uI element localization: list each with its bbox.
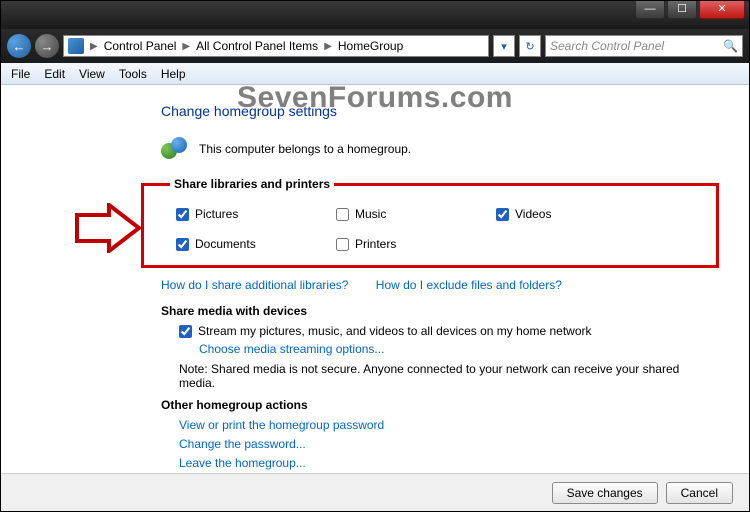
other-actions-heading: Other homegroup actions (161, 398, 709, 412)
callout-arrow-icon (73, 203, 143, 253)
maximize-button[interactable]: ☐ (667, 1, 697, 19)
breadcrumb[interactable]: ▶ Control Panel ▶ All Control Panel Item… (63, 35, 489, 57)
checkbox-documents-input[interactable] (176, 238, 189, 251)
breadcrumb-item[interactable]: Control Panel (104, 39, 177, 53)
chevron-right-icon: ▶ (86, 41, 102, 52)
media-note: Note: Shared media is not secure. Anyone… (179, 362, 709, 390)
cancel-button[interactable]: Cancel (666, 482, 733, 504)
menu-tools[interactable]: Tools (119, 67, 147, 81)
control-panel-icon (68, 38, 84, 54)
menu-edit[interactable]: Edit (44, 67, 65, 81)
link-change-password[interactable]: Change the password... (179, 437, 709, 451)
forward-button[interactable]: → (35, 34, 59, 58)
link-share-additional[interactable]: How do I share additional libraries? (161, 278, 348, 292)
page-title: Change homegroup settings (161, 103, 709, 119)
chevron-right-icon: ▶ (178, 41, 194, 52)
chevron-right-icon: ▶ (320, 41, 336, 52)
window-titlebar: — ☐ ✕ (1, 1, 749, 29)
belongs-text: This computer belongs to a homegroup. (199, 142, 411, 156)
minimize-button[interactable]: — (635, 1, 665, 19)
search-placeholder: Search Control Panel (550, 39, 664, 53)
checkbox-documents-label: Documents (195, 237, 256, 251)
checkbox-printers-label: Printers (355, 237, 396, 251)
checkbox-music[interactable]: Music (336, 207, 496, 221)
share-libraries-group: Share libraries and printers Pictures Mu… (141, 177, 719, 268)
checkbox-music-input[interactable] (336, 208, 349, 221)
breadcrumb-item[interactable]: All Control Panel Items (196, 39, 318, 53)
save-changes-button[interactable]: Save changes (552, 482, 658, 504)
checkbox-pictures-input[interactable] (176, 208, 189, 221)
checkbox-printers-input[interactable] (336, 238, 349, 251)
link-exclude-files[interactable]: How do I exclude files and folders? (376, 278, 562, 292)
link-leave-homegroup[interactable]: Leave the homegroup... (179, 456, 709, 470)
link-media-options[interactable]: Choose media streaming options... (199, 342, 384, 356)
checkbox-stream-label: Stream my pictures, music, and videos to… (198, 324, 592, 338)
share-libraries-legend: Share libraries and printers (170, 177, 334, 191)
checkbox-stream-input[interactable] (179, 325, 192, 338)
back-button[interactable]: ← (7, 34, 31, 58)
refresh-button[interactable]: ↻ (519, 35, 541, 57)
checkbox-pictures[interactable]: Pictures (176, 207, 336, 221)
close-button[interactable]: ✕ (699, 1, 745, 19)
share-media-heading: Share media with devices (161, 304, 709, 318)
checkbox-music-label: Music (355, 207, 386, 221)
homegroup-icon (161, 135, 189, 163)
checkbox-documents[interactable]: Documents (176, 237, 336, 251)
menu-help[interactable]: Help (161, 67, 186, 81)
checkbox-videos[interactable]: Videos (496, 207, 616, 221)
menu-view[interactable]: View (79, 67, 105, 81)
checkbox-videos-input[interactable] (496, 208, 509, 221)
menubar: File Edit View Tools Help (1, 63, 749, 85)
breadcrumb-dropdown[interactable]: ▾ (493, 35, 515, 57)
breadcrumb-item[interactable]: HomeGroup (338, 39, 403, 53)
search-icon: 🔍 (723, 39, 738, 53)
navigation-bar: ← → ▶ Control Panel ▶ All Control Panel … (1, 29, 749, 63)
checkbox-pictures-label: Pictures (195, 207, 238, 221)
link-view-password[interactable]: View or print the homegroup password (179, 418, 709, 432)
search-input[interactable]: Search Control Panel 🔍 (545, 35, 743, 57)
checkbox-stream[interactable]: Stream my pictures, music, and videos to… (179, 324, 709, 338)
menu-file[interactable]: File (11, 67, 30, 81)
checkbox-videos-label: Videos (515, 207, 551, 221)
checkbox-printers[interactable]: Printers (336, 237, 496, 251)
dialog-footer: Save changes Cancel (1, 473, 749, 511)
